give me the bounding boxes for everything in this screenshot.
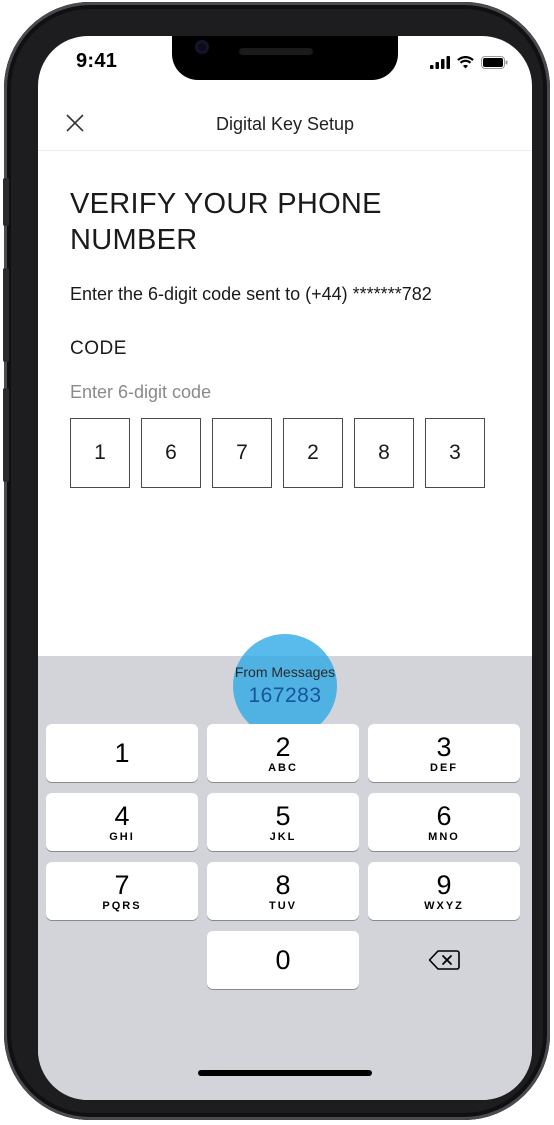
suggestion-code: 167283 [248, 684, 322, 707]
key-letters: WXYZ [424, 899, 464, 912]
camera-icon [195, 40, 209, 54]
code-digit-field[interactable]: 2 [283, 418, 343, 488]
volume-up-button [3, 268, 9, 362]
key-0[interactable]: 0 [207, 931, 359, 989]
signal-icon [430, 55, 450, 69]
key-number: 6 [436, 800, 452, 831]
key-number: 0 [275, 945, 291, 975]
speaker [239, 48, 313, 55]
code-digit-field[interactable]: 8 [354, 418, 414, 488]
key-number: 7 [114, 869, 130, 900]
code-digit-field[interactable]: 3 [425, 418, 485, 488]
action-button [3, 178, 9, 226]
key-7[interactable]: 7 PQRS [46, 862, 198, 920]
key-6[interactable]: 6 MNO [368, 793, 520, 851]
page-title: VERIFY YOUR PHONE NUMBER [70, 188, 382, 256]
key-1[interactable]: 1 [46, 724, 198, 782]
verification-instructions: Enter the 6-digit code sent to (+44) ***… [70, 284, 432, 304]
home-indicator[interactable] [198, 1070, 372, 1076]
key-letters: ABC [268, 761, 298, 774]
nav-title: Digital Key Setup [215, 114, 355, 134]
key-number: 3 [436, 731, 452, 762]
code-suggestion[interactable]: From Messages 167283 [38, 634, 532, 738]
key-5[interactable]: 5 JKL [207, 793, 359, 851]
key-letters: TUV [269, 899, 297, 912]
code-digit-field[interactable]: 6 [141, 418, 201, 488]
status-icons [430, 54, 508, 70]
code-hint: Enter 6-digit code [70, 382, 212, 402]
code-input-group: 1 6 7 2 8 3 [70, 418, 485, 488]
key-number: 8 [275, 869, 291, 900]
key-2[interactable]: 2 ABC [207, 724, 359, 782]
key-number: 2 [275, 731, 291, 762]
delete-key[interactable] [368, 931, 520, 989]
navigation-bar: Digital Key Setup [38, 100, 532, 151]
notch [172, 36, 398, 80]
key-8[interactable]: 8 TUV [207, 862, 359, 920]
code-digit-field[interactable]: 7 [212, 418, 272, 488]
key-number: 1 [114, 738, 130, 768]
code-label: CODE [70, 338, 127, 359]
wifi-icon [457, 56, 474, 69]
code-digit-field[interactable]: 1 [70, 418, 130, 488]
key-letters: GHI [109, 830, 135, 843]
key-letters: PQRS [102, 899, 142, 912]
key-letters: MNO [428, 830, 460, 843]
key-3[interactable]: 3 DEF [368, 724, 520, 782]
battery-icon [481, 55, 508, 69]
numeric-keyboard: From Messages 167283 1 2 ABC 3 DEF 4 GHI… [38, 634, 532, 1100]
key-number: 9 [436, 869, 452, 900]
suggestion-source: From Messages [234, 664, 336, 680]
key-9[interactable]: 9 WXYZ [368, 862, 520, 920]
key-letters: DEF [430, 761, 458, 774]
backspace-icon [428, 950, 460, 970]
key-number: 5 [275, 800, 291, 831]
status-time: 9:41 [76, 50, 118, 72]
key-letters: JKL [269, 830, 297, 843]
key-number: 4 [114, 800, 130, 831]
key-4[interactable]: 4 GHI [46, 793, 198, 851]
volume-down-button [3, 388, 9, 482]
phone-screen: 9:41 Digital Key Setup VERIFY YOUR PHONE… [38, 36, 532, 1100]
